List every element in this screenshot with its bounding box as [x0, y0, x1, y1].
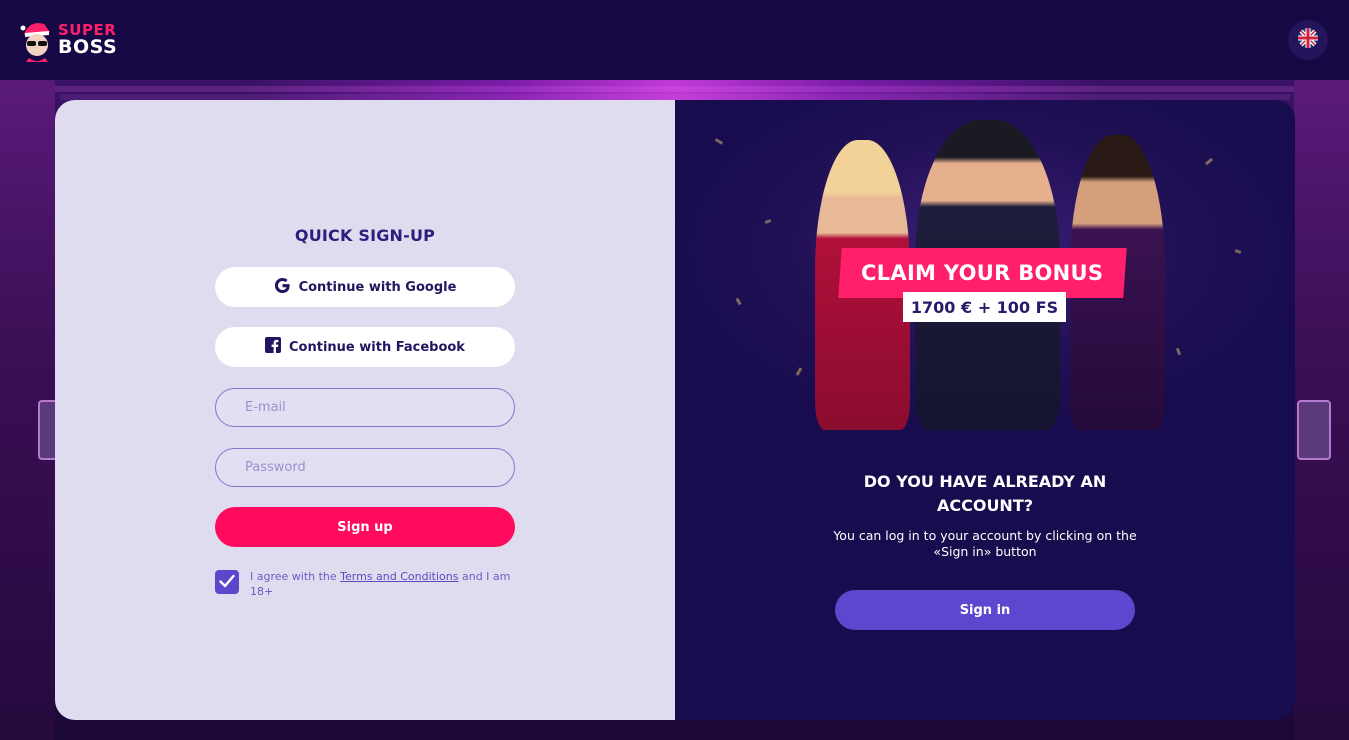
terms-agreement: I agree with the Terms and Conditions an…	[215, 570, 515, 599]
email-input[interactable]	[215, 388, 515, 427]
signup-form: QUICK SIGN-UP Continue with Google Conti…	[215, 224, 515, 599]
google-button-label: Continue with Google	[298, 279, 457, 295]
existing-account-title: DO YOU HAVE ALREADY AN ACCOUNT?	[863, 472, 1107, 515]
site-logo[interactable]: SUPER BOSS	[20, 15, 117, 65]
signup-button[interactable]: Sign up	[215, 507, 515, 547]
terms-checkbox[interactable]	[215, 570, 239, 594]
auth-card: QUICK SIGN-UP Continue with Google Conti…	[55, 100, 1295, 720]
banner-title: CLAIM YOUR BONUS	[861, 261, 1104, 285]
facebook-signup-button[interactable]: Continue with Facebook	[215, 327, 515, 367]
terms-prefix: I agree with the	[250, 570, 341, 583]
terms-link[interactable]: Terms and Conditions	[340, 570, 458, 583]
bonus-amount: 1700 € + 100 FS	[903, 292, 1066, 322]
facebook-button-label: Continue with Facebook	[289, 339, 465, 355]
login-panel: CLAIM YOUR BONUS 1700 € + 100 FS DO YOU …	[675, 100, 1295, 720]
signup-title: QUICK SIGN-UP	[294, 226, 436, 245]
google-icon	[274, 277, 291, 298]
google-signup-button[interactable]: Continue with Google	[215, 267, 515, 307]
password-input[interactable]	[215, 448, 515, 487]
language-selector-button[interactable]	[1288, 20, 1328, 60]
site-header: SUPER BOSS	[0, 0, 1349, 80]
uk-flag-icon	[1298, 28, 1318, 52]
boss-mascot-icon	[20, 18, 54, 62]
logo-text-boss: BOSS	[58, 36, 118, 58]
signup-panel: QUICK SIGN-UP Continue with Google Conti…	[55, 100, 675, 720]
checkmark-icon	[219, 573, 235, 592]
facebook-icon	[265, 337, 282, 357]
bonus-promo-image: CLAIM YOUR BONUS 1700 € + 100 FS	[675, 100, 1295, 430]
signin-button[interactable]: Sign in	[835, 590, 1135, 630]
existing-account-description: You can log in to your account by clicki…	[833, 528, 1137, 559]
terms-text: I agree with the Terms and Conditions an…	[250, 569, 515, 599]
claim-bonus-banner: CLAIM YOUR BONUS	[838, 248, 1127, 298]
